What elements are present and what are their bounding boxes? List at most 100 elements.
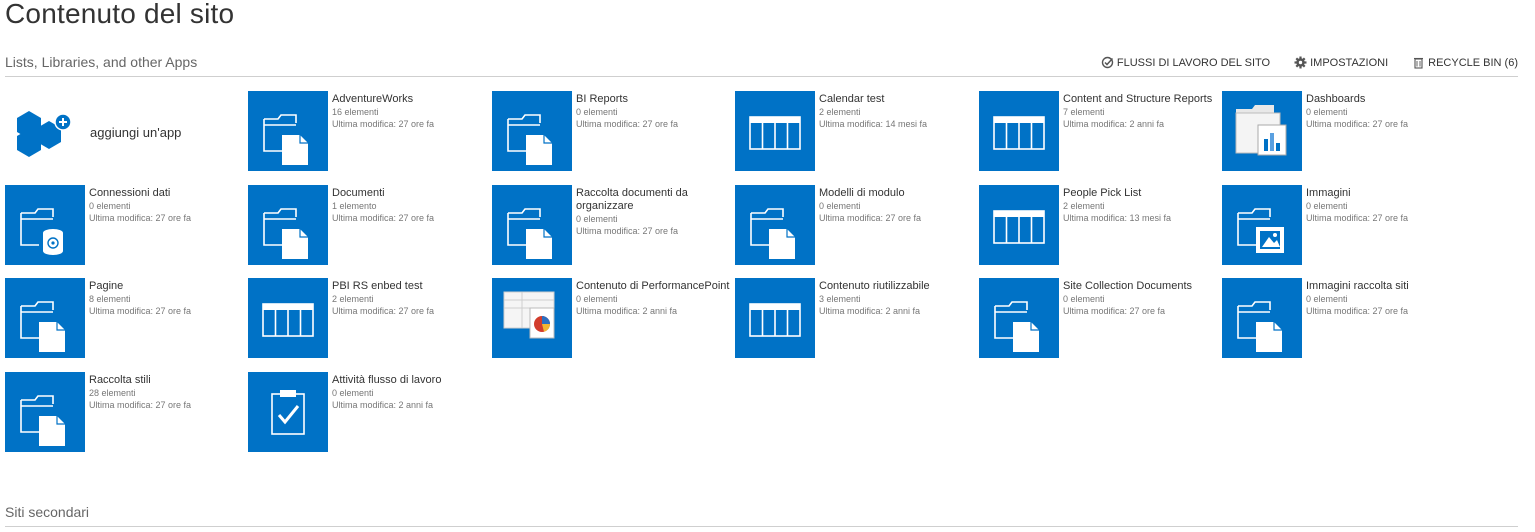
- tile-item-count: 1 elemento: [332, 201, 377, 211]
- list-icon: [735, 91, 815, 171]
- site-workflows-label: FLUSSI DI LAVORO DEL SITO: [1116, 56, 1271, 69]
- tile-item-count: 0 elementi: [1063, 294, 1105, 304]
- apps-section-header: Lists, Libraries, and other Apps FLUSSI …: [5, 52, 1518, 77]
- tile-item-count: 8 elementi: [89, 294, 131, 304]
- app-tile-people-pick-list[interactable]: People Pick List 2 elementi Ultima modif…: [979, 185, 1219, 265]
- tile-item-count: 2 elementi: [1063, 201, 1105, 211]
- app-tile-documenti[interactable]: Documenti 1 elemento Ultima modifica: 27…: [248, 185, 488, 265]
- app-tile-pbi-rs-enbed-test[interactable]: PBI RS enbed test 2 elementi Ultima modi…: [248, 278, 488, 358]
- library-icon: [248, 91, 328, 171]
- app-tile-adventureworks[interactable]: AdventureWorks 16 elementi Ultima modifi…: [248, 91, 488, 171]
- tile-last-modified: Ultima modifica: 2 anni fa: [332, 400, 434, 410]
- list-icon: [979, 91, 1059, 171]
- tile-last-modified: Ultima modifica: 27 ore fa: [1306, 119, 1409, 129]
- tile-name[interactable]: Immagini: [1306, 187, 1466, 200]
- tile-last-modified: Ultima modifica: 27 ore fa: [1063, 306, 1166, 316]
- tile-name[interactable]: Contenuto di PerformancePoint: [576, 280, 736, 293]
- library-icon: [1222, 278, 1302, 358]
- settings-link[interactable]: IMPOSTAZIONI: [1294, 56, 1388, 69]
- tile-name[interactable]: Modelli di modulo: [819, 187, 979, 200]
- tile-item-count: 0 elementi: [1306, 294, 1348, 304]
- tile-name[interactable]: Site Collection Documents: [1063, 280, 1223, 293]
- app-tile-immagini[interactable]: Immagini 0 elementi Ultima modifica: 27 …: [1222, 185, 1462, 265]
- tile-name[interactable]: Content and Structure Reports: [1063, 93, 1223, 106]
- tile-item-count: 0 elementi: [819, 201, 861, 211]
- tile-name[interactable]: Immagini raccolta siti: [1306, 280, 1466, 293]
- tile-name[interactable]: AdventureWorks: [332, 93, 492, 106]
- tasks-icon: [248, 372, 328, 452]
- recycle-bin-link[interactable]: RECYCLE BIN (6): [1412, 56, 1518, 69]
- app-tile-raccolta-stili[interactable]: Raccolta stili 28 elementi Ultima modifi…: [5, 372, 245, 452]
- data-connection-library-icon: [5, 185, 85, 265]
- tile-last-modified: Ultima modifica: 27 ore fa: [576, 119, 679, 129]
- app-tile-calendar-test[interactable]: Calendar test 2 elementi Ultima modifica…: [735, 91, 975, 171]
- add-app-tile[interactable]: aggiungi un'app: [5, 91, 245, 171]
- app-tile-attivita-flusso-di-lavoro[interactable]: Attività flusso di lavoro 0 elementi Ult…: [248, 372, 488, 452]
- tile-name[interactable]: Documenti: [332, 187, 492, 200]
- subsites-section-title: Siti secondari: [5, 504, 90, 520]
- tile-last-modified: Ultima modifica: 27 ore fa: [1306, 213, 1409, 223]
- tile-last-modified: Ultima modifica: 2 anni fa: [1063, 119, 1165, 129]
- tile-last-modified: Ultima modifica: 27 ore fa: [89, 306, 192, 316]
- app-tiles-grid: aggiungi un'app AdventureWorks 16 elemen…: [5, 91, 1525, 461]
- trash-icon: [1414, 57, 1424, 69]
- app-tile-pagine[interactable]: Pagine 8 elementi Ultima modifica: 27 or…: [5, 278, 245, 358]
- tile-item-count: 0 elementi: [1306, 107, 1348, 117]
- tile-last-modified: Ultima modifica: 27 ore fa: [332, 119, 435, 129]
- tile-item-count: 0 elementi: [89, 201, 131, 211]
- tile-last-modified: Ultima modifica: 27 ore fa: [332, 306, 435, 316]
- list-icon: [979, 185, 1059, 265]
- performancepoint-icon: [492, 278, 572, 358]
- site-workflows-link[interactable]: FLUSSI DI LAVORO DEL SITO: [1101, 56, 1270, 69]
- tile-name[interactable]: Pagine: [89, 280, 249, 293]
- library-icon: [735, 185, 815, 265]
- tile-item-count: 0 elementi: [576, 294, 618, 304]
- library-icon: [979, 278, 1059, 358]
- tile-item-count: 7 elementi: [1063, 107, 1105, 117]
- tile-item-count: 2 elementi: [819, 107, 861, 117]
- list-icon: [248, 278, 328, 358]
- tile-last-modified: Ultima modifica: 27 ore fa: [1306, 306, 1409, 316]
- tile-item-count: 16 elementi: [332, 107, 379, 117]
- tile-last-modified: Ultima modifica: 27 ore fa: [89, 400, 192, 410]
- tile-name[interactable]: Dashboards: [1306, 93, 1466, 106]
- library-icon: [492, 185, 572, 265]
- app-tile-dashboards[interactable]: Dashboards 0 elementi Ultima modifica: 2…: [1222, 91, 1462, 171]
- tile-name[interactable]: Attività flusso di lavoro: [332, 374, 492, 387]
- dashboard-library-icon: [1222, 91, 1302, 171]
- app-tile-modelli-di-modulo[interactable]: Modelli di modulo 0 elementi Ultima modi…: [735, 185, 975, 265]
- tile-last-modified: Ultima modifica: 27 ore fa: [576, 226, 679, 236]
- app-tile-raccolta-documenti[interactable]: Raccolta documenti da organizzare 0 elem…: [492, 185, 732, 265]
- tile-name[interactable]: PBI RS enbed test: [332, 280, 492, 293]
- tile-item-count: 0 elementi: [332, 388, 374, 398]
- gear-icon: [1294, 56, 1307, 69]
- tile-name[interactable]: Connessioni dati: [89, 187, 249, 200]
- tile-name[interactable]: Calendar test: [819, 93, 979, 106]
- apps-toolbar: FLUSSI DI LAVORO DEL SITO IMPOSTAZIONI R…: [1101, 56, 1518, 69]
- subsites-section-header: Siti secondari: [5, 502, 1518, 527]
- app-tile-connessioni-dati[interactable]: Connessioni dati 0 elementi Ultima modif…: [5, 185, 245, 265]
- tile-name[interactable]: Raccolta documenti da organizzare: [576, 187, 736, 213]
- tile-last-modified: Ultima modifica: 2 anni fa: [576, 306, 678, 316]
- apps-section-title: Lists, Libraries, and other Apps: [5, 54, 198, 70]
- tile-last-modified: Ultima modifica: 2 anni fa: [819, 306, 921, 316]
- tile-item-count: 28 elementi: [89, 388, 136, 398]
- settings-label: IMPOSTAZIONI: [1310, 56, 1389, 69]
- app-tile-immagini-raccolta-siti[interactable]: Immagini raccolta siti 0 elementi Ultima…: [1222, 278, 1462, 358]
- tile-name[interactable]: BI Reports: [576, 93, 736, 106]
- app-tile-content-structure-reports[interactable]: Content and Structure Reports 7 elementi…: [979, 91, 1219, 171]
- tile-name[interactable]: People Pick List: [1063, 187, 1223, 200]
- tile-item-count: 0 elementi: [576, 107, 618, 117]
- tile-name[interactable]: Raccolta stili: [89, 374, 249, 387]
- app-tile-performancepoint[interactable]: Contenuto di PerformancePoint 0 elementi…: [492, 278, 732, 358]
- add-app-label: aggiungi un'app: [90, 125, 182, 140]
- library-icon: [492, 91, 572, 171]
- tile-item-count: 3 elementi: [819, 294, 861, 304]
- tile-item-count: 0 elementi: [1306, 201, 1348, 211]
- tile-name[interactable]: Contenuto riutilizzabile: [819, 280, 979, 293]
- library-icon: [248, 185, 328, 265]
- app-tile-bi-reports[interactable]: BI Reports 0 elementi Ultima modifica: 2…: [492, 91, 732, 171]
- add-app-icon: [17, 111, 72, 157]
- app-tile-contenuto-riutilizzabile[interactable]: Contenuto riutilizzabile 3 elementi Ulti…: [735, 278, 975, 358]
- app-tile-site-collection-documents[interactable]: Site Collection Documents 0 elementi Ult…: [979, 278, 1219, 358]
